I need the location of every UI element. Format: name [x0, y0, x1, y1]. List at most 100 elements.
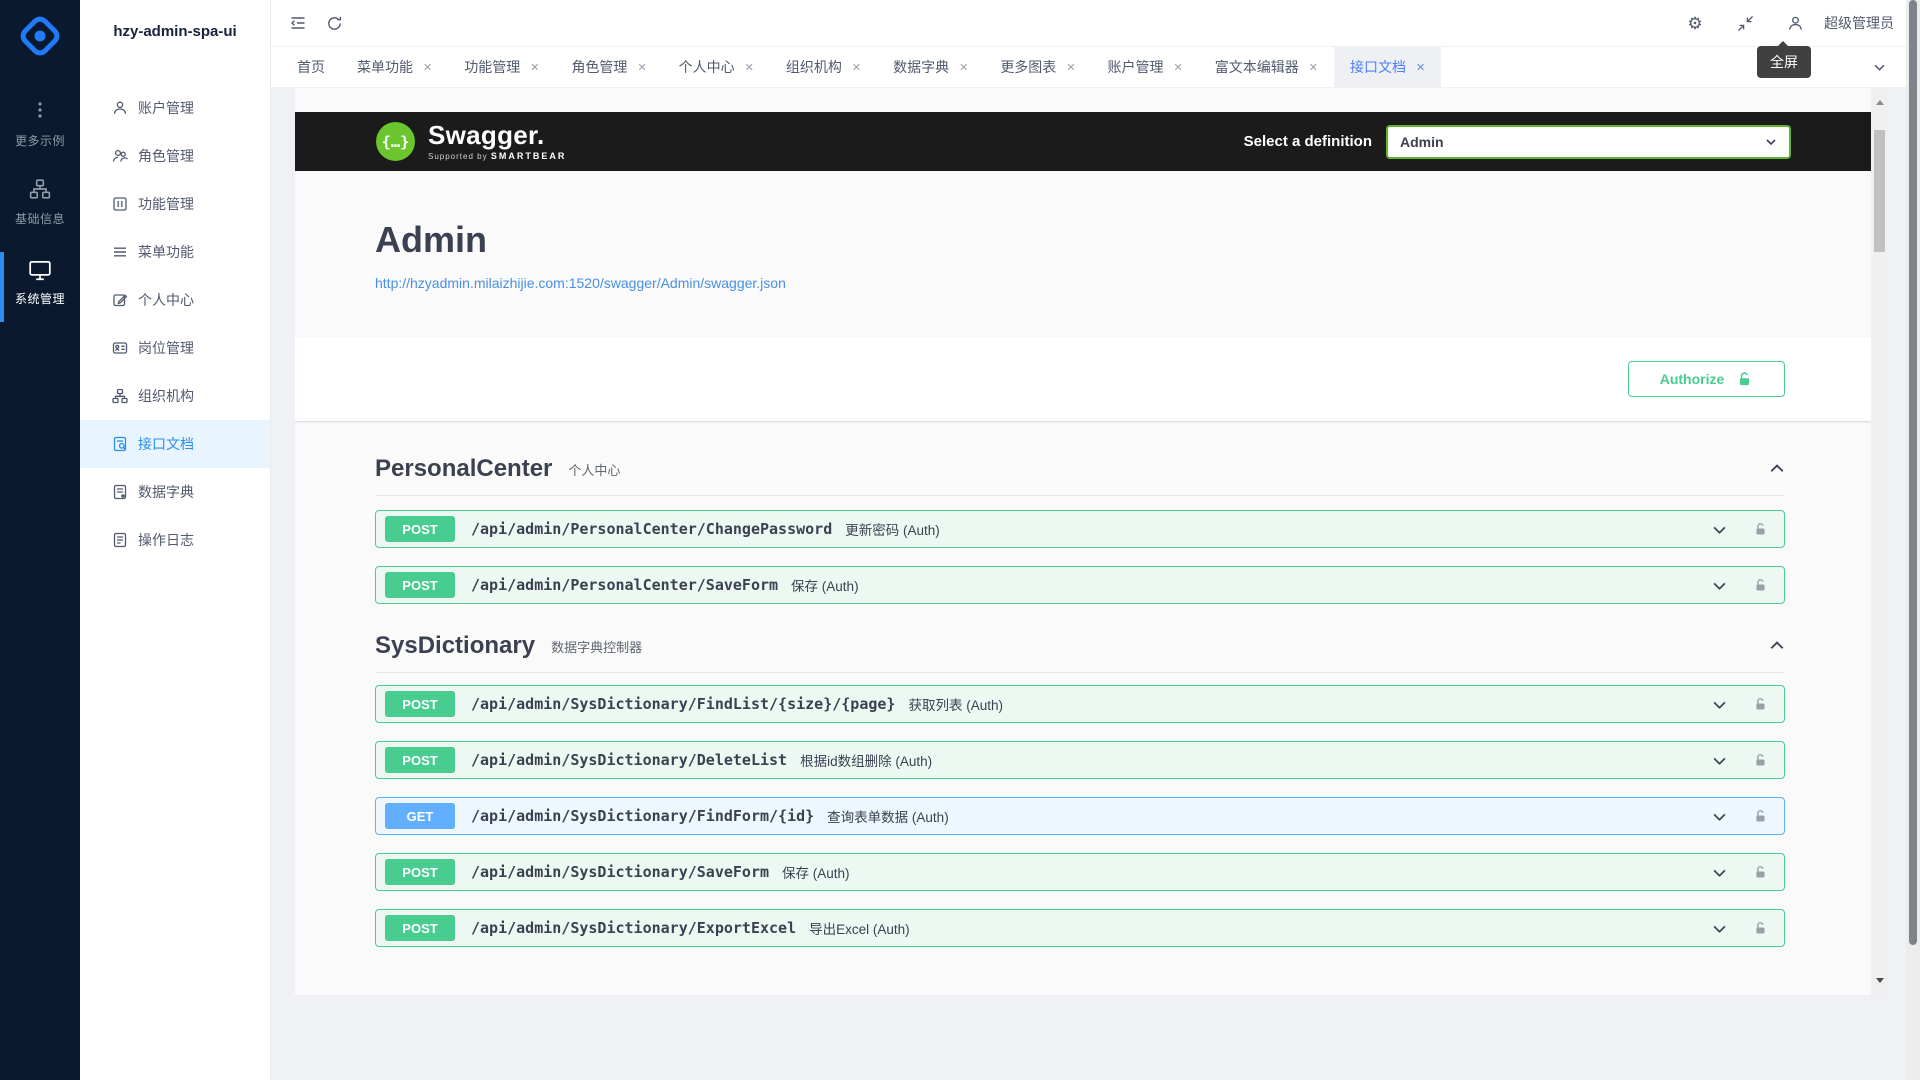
sidebar-item-label: 岗位管理	[138, 338, 194, 358]
sidebar-item-dictionary[interactable]: 数据字典	[80, 468, 270, 516]
settings-gear-icon[interactable]: ⚙	[1682, 10, 1708, 36]
rail-item-more-examples[interactable]: 更多示例	[0, 100, 80, 149]
rail-item-label: 更多示例	[0, 132, 80, 149]
close-icon[interactable]: ✕	[423, 61, 432, 74]
user-avatar-icon[interactable]	[1782, 10, 1808, 36]
section-header-sysdictionary[interactable]: SysDictionary 数据字典控制器	[375, 632, 1785, 673]
org-chart-icon	[0, 178, 80, 204]
chevron-down-icon[interactable]	[1712, 578, 1727, 593]
lock-open-icon[interactable]	[1753, 522, 1768, 537]
endpoint-row[interactable]: POST /api/admin/SysDictionary/SaveForm 保…	[375, 853, 1785, 891]
endpoint-path: /api/admin/SysDictionary/ExportExcel	[471, 919, 796, 937]
id-card-icon	[112, 340, 128, 356]
chevron-down-icon[interactable]	[1712, 809, 1727, 824]
lock-open-icon[interactable]	[1753, 865, 1768, 880]
active-rail-indicator	[0, 252, 4, 322]
close-icon[interactable]: ✕	[745, 61, 754, 74]
sidebar-item-operation-logs[interactable]: 操作日志	[80, 516, 270, 564]
chevron-down-icon[interactable]	[1712, 522, 1727, 537]
endpoint-row[interactable]: POST /api/admin/SysDictionary/ExportExce…	[375, 909, 1785, 947]
operations: PersonalCenter 个人中心 POST /api/admin/Pers…	[295, 455, 1871, 947]
api-spec-link[interactable]: http://hzyadmin.milaizhijie.com:1520/swa…	[375, 275, 786, 291]
lock-open-icon[interactable]	[1753, 578, 1768, 593]
sidebar-title: hzy-admin-spa-ui	[80, 0, 270, 64]
tab-rich-text-editor[interactable]: 富文本编辑器✕	[1199, 47, 1334, 87]
definition-select[interactable]: Admin	[1386, 125, 1791, 159]
authorize-button[interactable]: Authorize	[1628, 361, 1785, 397]
user-name[interactable]: 超级管理员	[1824, 13, 1894, 33]
tab-menu-functions[interactable]: 菜单功能✕	[341, 47, 448, 87]
tab-accounts[interactable]: 账户管理✕	[1092, 47, 1199, 87]
sidebar-item-label: 菜单功能	[138, 242, 194, 262]
sidebar-item-label: 个人中心	[138, 290, 194, 310]
api-info: Admin http://hzyadmin.milaizhijie.com:15…	[295, 171, 1871, 293]
tab-more-charts[interactable]: 更多图表✕	[984, 47, 1091, 87]
endpoint-row[interactable]: POST /api/admin/SysDictionary/FindList/{…	[375, 685, 1785, 723]
svg-text:{…}: {…}	[382, 133, 410, 151]
endpoint-path: /api/admin/SysDictionary/FindForm/{id}	[471, 807, 814, 825]
iframe-scrollbar-thumb[interactable]	[1874, 130, 1885, 252]
rail-item-base-info[interactable]: 基础信息	[0, 178, 80, 227]
scheme-container: Authorize	[295, 337, 1871, 421]
close-icon[interactable]: ✕	[1174, 61, 1183, 74]
refresh-icon[interactable]	[321, 10, 347, 36]
tab-home[interactable]: 首页	[281, 47, 341, 87]
sidebar-item-functions[interactable]: 功能管理	[80, 180, 270, 228]
close-icon[interactable]: ✕	[852, 61, 861, 74]
chevron-down-icon[interactable]	[1712, 921, 1727, 936]
sidebar-item-api-docs[interactable]: 接口文档	[80, 420, 270, 468]
sidebar-item-roles[interactable]: 角色管理	[80, 132, 270, 180]
endpoint-row[interactable]: POST /api/admin/PersonalCenter/SaveForm …	[375, 566, 1785, 604]
close-icon[interactable]: ✕	[1309, 61, 1318, 74]
tab-personal-center[interactable]: 个人中心✕	[663, 47, 770, 87]
collapse-menu-icon[interactable]	[285, 10, 311, 36]
close-icon[interactable]: ✕	[1066, 61, 1075, 74]
close-icon[interactable]: ✕	[637, 61, 646, 74]
tab-list-chevron-icon[interactable]	[1873, 47, 1886, 88]
users-icon	[112, 148, 128, 164]
section-description: 数据字典控制器	[551, 637, 642, 656]
close-icon[interactable]: ✕	[530, 61, 539, 74]
endpoint-row[interactable]: POST /api/admin/PersonalCenter/ChangePas…	[375, 510, 1785, 548]
unlock-icon	[1736, 371, 1753, 388]
tab-api-docs[interactable]: 接口文档✕	[1334, 47, 1441, 87]
sidebar-item-menu-functions[interactable]: 菜单功能	[80, 228, 270, 276]
endpoint-row[interactable]: GET /api/admin/SysDictionary/FindForm/{i…	[375, 797, 1785, 835]
app-logo-icon[interactable]	[18, 14, 62, 58]
menu-lines-icon	[112, 244, 128, 260]
close-icon[interactable]: ✕	[1416, 61, 1425, 74]
lock-open-icon[interactable]	[1753, 921, 1768, 936]
window-scrollbar[interactable]	[1906, 0, 1920, 1080]
chevron-up-icon[interactable]	[1769, 461, 1785, 477]
section-header-personalcenter[interactable]: PersonalCenter 个人中心	[375, 455, 1785, 496]
swagger-panel: {…} Swagger. Supported by SMARTBEAR Sele…	[295, 88, 1888, 995]
fullscreen-exit-icon[interactable]	[1732, 10, 1758, 36]
tab-dictionary[interactable]: 数据字典✕	[877, 47, 984, 87]
scroll-up-arrow-icon[interactable]	[1871, 94, 1888, 111]
close-icon[interactable]: ✕	[959, 61, 968, 74]
chevron-up-icon[interactable]	[1769, 638, 1785, 654]
sidebar-item-accounts[interactable]: 账户管理	[80, 84, 270, 132]
tab-organization[interactable]: 组织机构✕	[770, 47, 877, 87]
scroll-down-arrow-icon[interactable]	[1871, 972, 1888, 989]
rail-item-system-manage[interactable]: 系统管理	[0, 258, 80, 307]
ellipsis-vertical-icon	[0, 100, 80, 126]
lock-open-icon[interactable]	[1753, 697, 1768, 712]
window-scrollbar-thumb[interactable]	[1909, 0, 1917, 945]
sidebar-item-organization[interactable]: 组织机构	[80, 372, 270, 420]
sidebar-item-personal-center[interactable]: 个人中心	[80, 276, 270, 324]
chevron-down-icon[interactable]	[1712, 753, 1727, 768]
tab-functions[interactable]: 功能管理✕	[448, 47, 555, 87]
lock-open-icon[interactable]	[1753, 809, 1768, 824]
iframe-scrollbar[interactable]	[1871, 88, 1888, 995]
tab-roles[interactable]: 角色管理✕	[555, 47, 662, 87]
chevron-down-icon[interactable]	[1712, 697, 1727, 712]
endpoint-row[interactable]: POST /api/admin/SysDictionary/DeleteList…	[375, 741, 1785, 779]
definition-selected-value: Admin	[1400, 134, 1444, 150]
chevron-down-icon[interactable]	[1712, 865, 1727, 880]
method-badge: POST	[385, 516, 455, 542]
lock-open-icon[interactable]	[1753, 753, 1768, 768]
swagger-logo: {…} Swagger. Supported by SMARTBEAR	[375, 121, 566, 162]
sidebar-item-positions[interactable]: 岗位管理	[80, 324, 270, 372]
swagger-wordmark: Swagger.	[428, 122, 566, 148]
